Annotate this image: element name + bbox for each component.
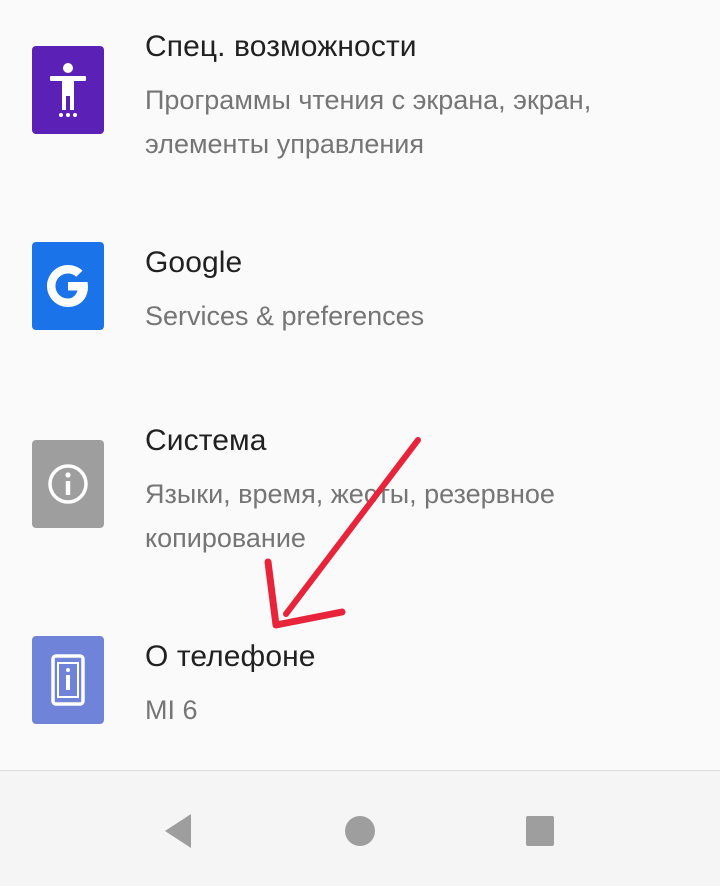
settings-item-title: О телефоне xyxy=(145,640,316,673)
navigation-bar xyxy=(0,771,720,886)
settings-item-about-phone[interactable]: О телефоне MI 6 xyxy=(0,600,720,760)
home-button[interactable] xyxy=(330,801,390,861)
google-icon xyxy=(32,242,104,330)
settings-list: Спец. возможности Программы чтения с экр… xyxy=(0,0,720,770)
home-circle-icon xyxy=(345,816,375,846)
recents-button[interactable] xyxy=(510,801,570,861)
settings-item-subtitle: Языки, время, жесты, резервное копирован… xyxy=(145,479,555,553)
settings-item-subtitle: Программы чтения с экрана, экран, элемен… xyxy=(145,85,592,159)
back-triangle-icon xyxy=(165,814,191,848)
settings-screen: Спец. возможности Программы чтения с экр… xyxy=(0,0,720,886)
settings-item-google[interactable]: Google Services & preferences xyxy=(0,200,720,370)
settings-item-subtitle: Services & preferences xyxy=(145,301,425,331)
settings-item-title: Система xyxy=(145,424,267,457)
settings-item-subtitle: MI 6 xyxy=(145,695,198,725)
settings-item-title: Google xyxy=(145,246,243,279)
settings-item-system[interactable]: Система Языки, время, жесты, резервное к… xyxy=(0,400,720,590)
accessibility-icon xyxy=(32,46,104,134)
phone-info-icon xyxy=(32,636,104,724)
info-icon xyxy=(32,440,104,528)
recents-square-icon xyxy=(526,816,554,846)
back-button[interactable] xyxy=(148,801,208,861)
settings-item-accessibility[interactable]: Спец. возможности Программы чтения с экр… xyxy=(0,0,720,190)
settings-item-title: Спец. возможности xyxy=(145,30,417,63)
